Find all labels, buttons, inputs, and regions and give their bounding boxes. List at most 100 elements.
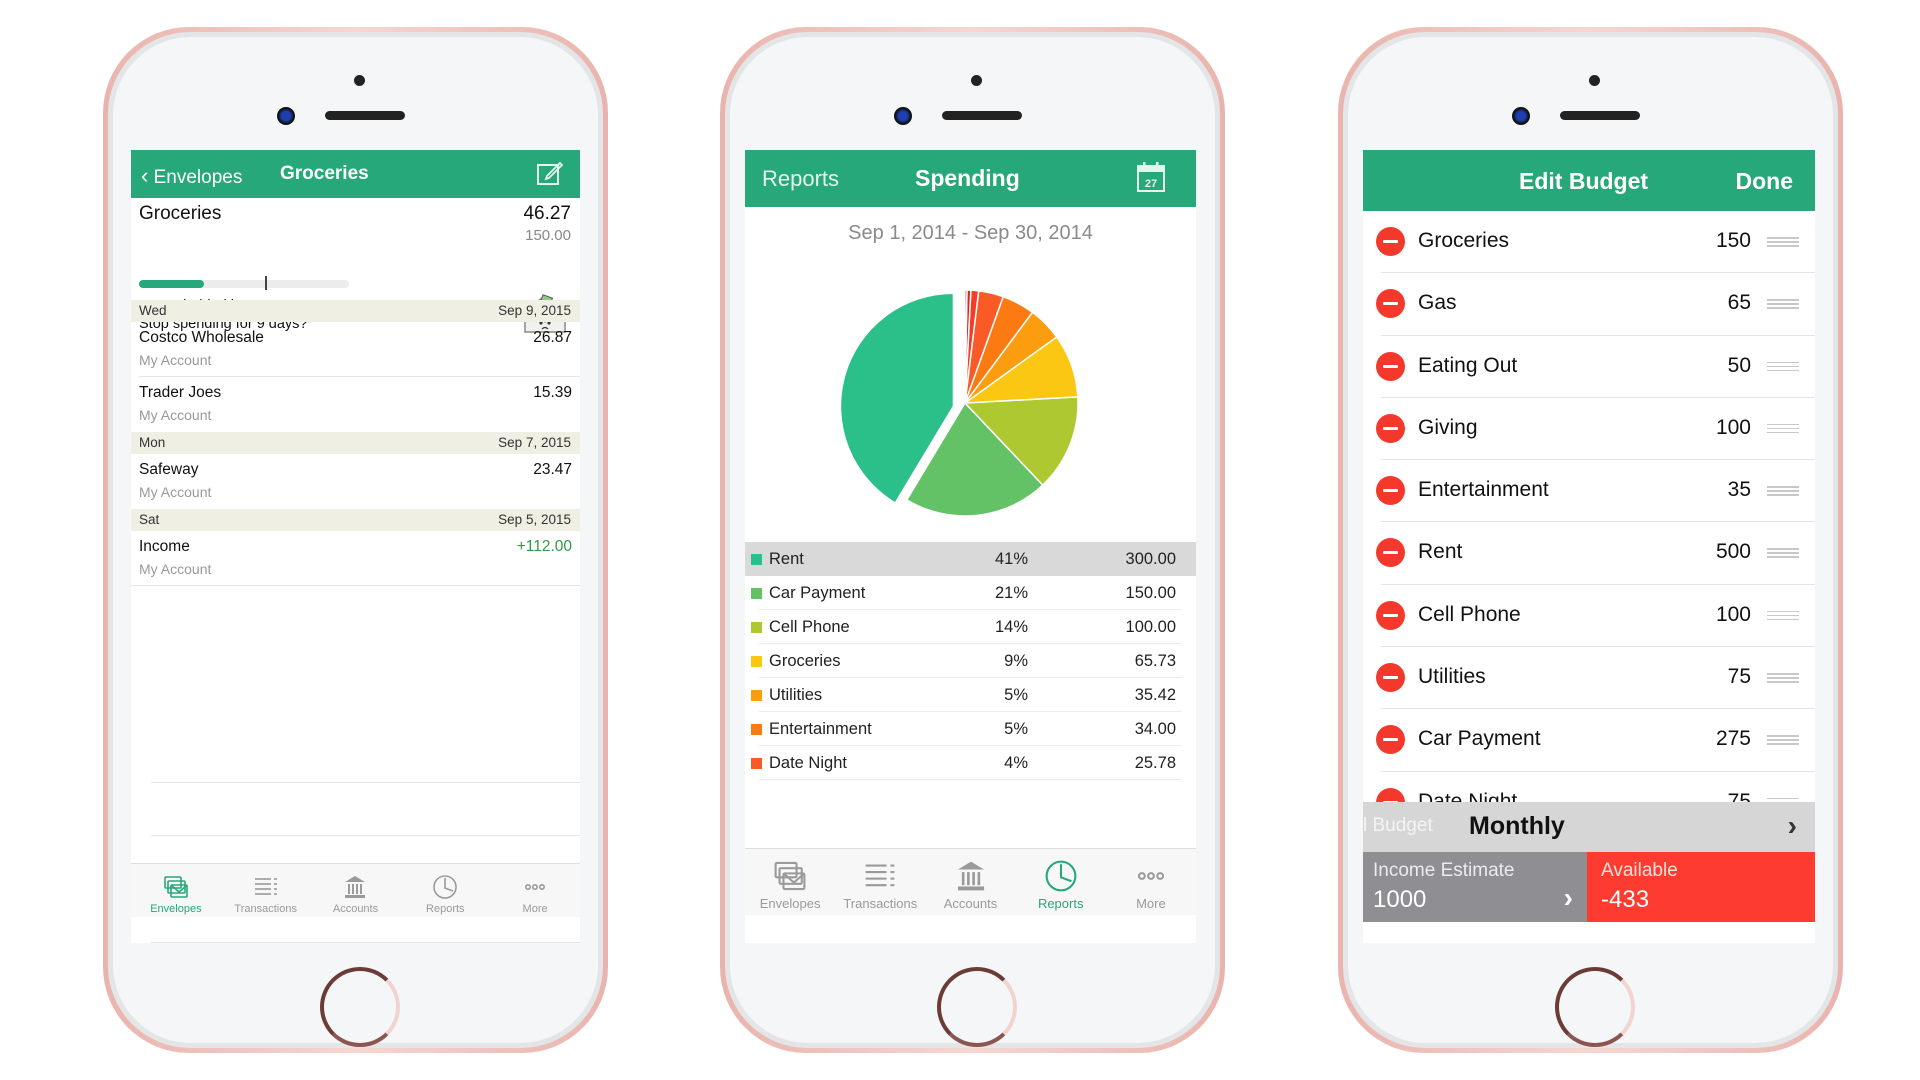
tab-accounts[interactable]: Accounts: [925, 859, 1015, 915]
transaction-payee: Costco Wholesale: [139, 329, 264, 346]
tab-reports[interactable]: Reports: [1016, 859, 1106, 915]
section-date: Sep 9, 2015: [498, 303, 571, 318]
category-percent: 14%: [994, 618, 1028, 636]
budget-category-name[interactable]: Cell Phone: [1418, 603, 1521, 627]
budget-amount[interactable]: 65: [1728, 291, 1751, 315]
delete-icon[interactable]: [1376, 600, 1405, 630]
tab-transactions[interactable]: Transactions: [221, 874, 311, 917]
front-camera: [1512, 107, 1530, 125]
proximity-sensor: [1589, 75, 1600, 86]
category-name: Entertainment: [769, 720, 872, 738]
legend-swatch: [751, 690, 762, 701]
category-name: Date Night: [769, 754, 847, 772]
home-button[interactable]: [320, 967, 400, 1047]
reorder-handle-icon[interactable]: [1767, 548, 1799, 558]
transaction-row[interactable]: Income My Account +112.00: [131, 531, 580, 586]
transaction-row[interactable]: Safeway My Account 23.47: [131, 454, 580, 509]
spending-row[interactable]: Cell Phone 14% 100.00: [745, 610, 1196, 644]
spending-row[interactable]: Utilities 5% 35.42: [745, 678, 1196, 712]
budget-category-name[interactable]: Gas: [1418, 291, 1457, 315]
reorder-handle-icon[interactable]: [1767, 237, 1799, 247]
handle-line: [1767, 307, 1799, 309]
budget-amount[interactable]: 275: [1716, 727, 1751, 751]
tab-label: Reports: [1037, 896, 1084, 911]
compose-icon[interactable]: [536, 160, 564, 191]
envelopes-icon: [774, 861, 806, 891]
home-button[interactable]: [1555, 967, 1635, 1047]
done-button[interactable]: Done: [1736, 168, 1794, 195]
category-percent: 41%: [994, 550, 1028, 568]
calendar-icon[interactable]: 27: [1136, 161, 1166, 198]
tab-reports[interactable]: Reports: [400, 874, 490, 917]
legend-swatch: [751, 758, 762, 769]
reorder-handle-icon[interactable]: [1767, 361, 1799, 372]
delete-icon[interactable]: [1376, 663, 1405, 693]
income-estimate-label: Income Estimate: [1373, 860, 1515, 881]
budget-amount[interactable]: 100: [1716, 603, 1751, 627]
transaction-account: My Account: [139, 561, 212, 577]
bank-icon: [345, 876, 366, 898]
reports-back-button[interactable]: Reports: [762, 166, 839, 192]
nav-bar: Reports Spending 27: [745, 150, 1196, 207]
reorder-handle-icon[interactable]: [1767, 486, 1799, 496]
reorder-handle-icon[interactable]: [1767, 610, 1799, 621]
budget-category-name[interactable]: Eating Out: [1418, 354, 1517, 378]
nav-title: Spending: [915, 165, 1020, 191]
tab-envelopes[interactable]: Envelopes: [745, 859, 835, 915]
budget-category-name[interactable]: Groceries: [1418, 229, 1509, 253]
budget-category-name[interactable]: Utilities: [1418, 665, 1486, 689]
delete-icon[interactable]: [1376, 476, 1405, 506]
minus-glyph: [1383, 364, 1398, 368]
budget-category-name[interactable]: Entertainment: [1418, 478, 1549, 502]
more-icon: [525, 884, 546, 891]
tab-envelopes[interactable]: Envelopes: [131, 874, 221, 917]
delete-icon[interactable]: [1376, 289, 1405, 319]
section-day: Mon: [139, 435, 166, 450]
budget-category-name[interactable]: Rent: [1418, 540, 1462, 564]
tab-transactions[interactable]: Transactions: [835, 859, 925, 915]
front-camera: [277, 107, 295, 125]
reorder-handle-icon[interactable]: [1767, 673, 1799, 683]
legend-swatch: [751, 554, 762, 565]
screen-reports: Reports Spending 27 Sep 1, 2014 - Sep 30…: [745, 150, 1196, 943]
transaction-row[interactable]: Trader Joes My Account 15.39: [131, 377, 580, 432]
back-button[interactable]: ‹ Envelopes: [141, 163, 242, 189]
budget-amount[interactable]: 100: [1716, 416, 1751, 440]
delete-icon[interactable]: [1376, 725, 1405, 755]
spending-row[interactable]: Car Payment 21% 150.00: [745, 576, 1196, 610]
tab-more[interactable]: More: [490, 874, 580, 917]
reorder-handle-icon[interactable]: [1767, 735, 1799, 745]
handle-line: [1767, 245, 1799, 247]
budget-row: Cell Phone 100: [1363, 585, 1815, 648]
budget-amount[interactable]: 35: [1728, 478, 1751, 502]
home-button[interactable]: [937, 967, 1017, 1047]
budget-amount[interactable]: 500: [1716, 540, 1751, 564]
spending-pie-chart[interactable]: [745, 258, 1196, 548]
minus-glyph: [1383, 613, 1398, 617]
tab-accounts[interactable]: Accounts: [311, 874, 401, 917]
budget-amount[interactable]: 150: [1716, 229, 1751, 253]
spending-row[interactable]: Date Night 4% 25.78: [745, 746, 1196, 780]
category-amount: 34.00: [1134, 720, 1176, 738]
tab-more[interactable]: More: [1106, 859, 1196, 915]
budget-amount[interactable]: 75: [1728, 665, 1751, 689]
delete-icon[interactable]: [1376, 538, 1405, 568]
tab-label: Envelopes: [150, 903, 202, 915]
spending-row[interactable]: Groceries 9% 65.73: [745, 644, 1196, 678]
delete-icon[interactable]: [1376, 351, 1405, 381]
reorder-handle-icon[interactable]: [1767, 299, 1799, 309]
budget-period-row[interactable]: l Budget Monthly ›: [1363, 802, 1815, 852]
reorder-handle-icon[interactable]: [1767, 423, 1799, 434]
budget-category-name[interactable]: Giving: [1418, 416, 1478, 440]
delete-icon[interactable]: [1376, 413, 1405, 443]
income-estimate-cell[interactable]: Income Estimate 1000 ›: [1363, 852, 1587, 922]
earpiece-speaker: [325, 111, 405, 120]
spending-row[interactable]: Rent 41% 300.00: [745, 542, 1196, 576]
spending-table: Rent 41% 300.00 Car Payment 21% 150.00 Cell Ph…: [745, 542, 1196, 780]
budget-amount[interactable]: 50: [1728, 354, 1751, 378]
nav-bar: ‹ Envelopes Groceries: [131, 150, 580, 198]
transaction-row[interactable]: Costco Wholesale My Account 26.87: [131, 322, 580, 377]
spending-row[interactable]: Entertainment 5% 34.00: [745, 712, 1196, 746]
budget-category-name[interactable]: Car Payment: [1418, 727, 1541, 751]
delete-icon[interactable]: [1376, 227, 1405, 256]
